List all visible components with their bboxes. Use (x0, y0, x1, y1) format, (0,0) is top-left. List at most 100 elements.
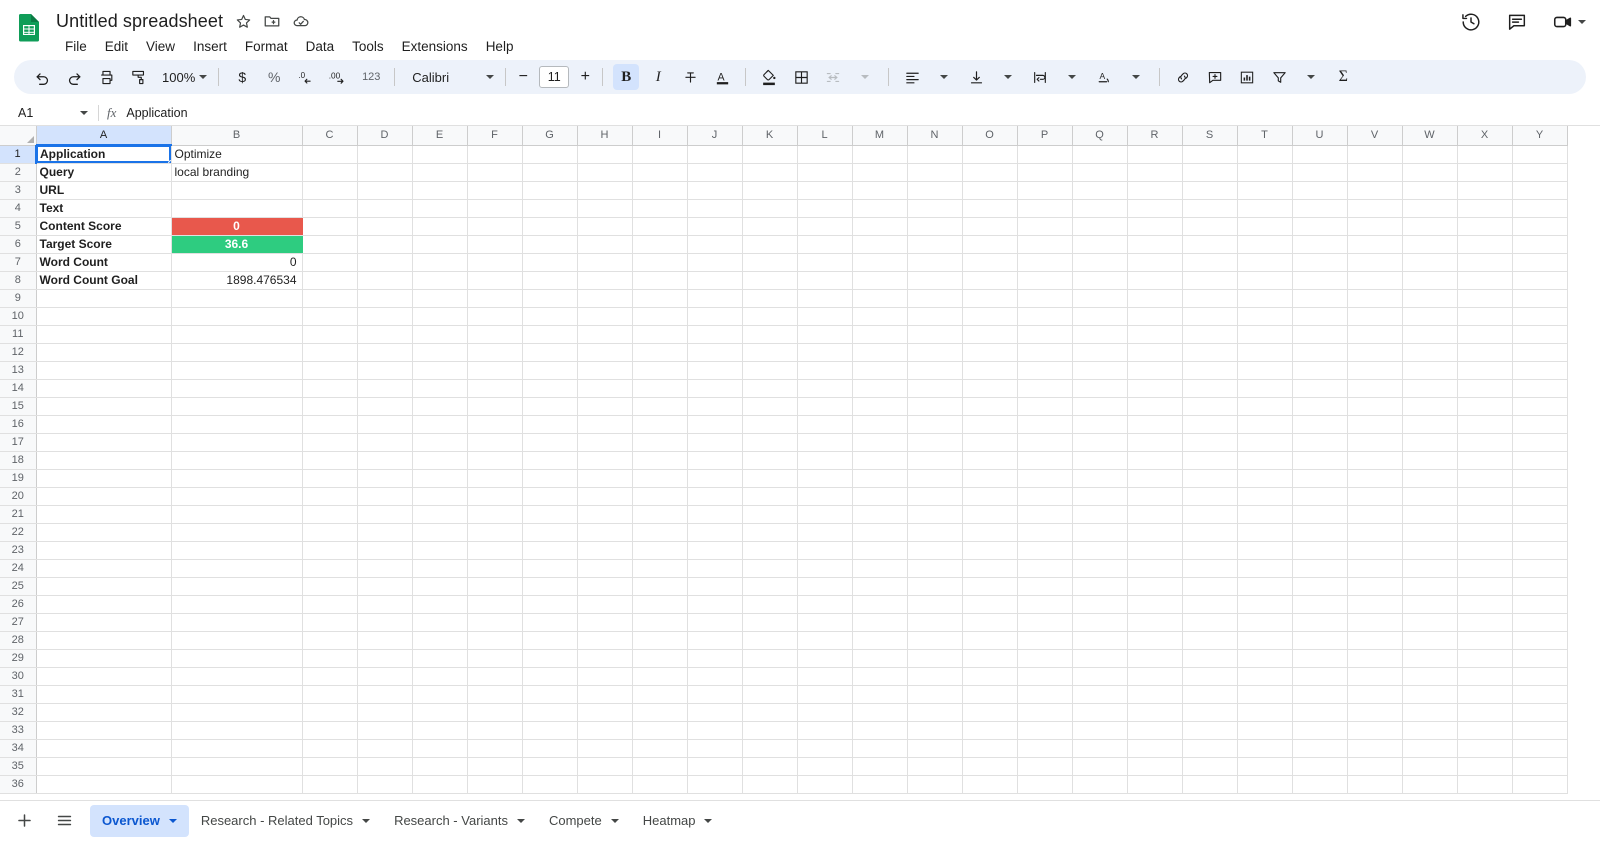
cell-O22[interactable] (962, 523, 1017, 541)
row-header-32[interactable]: 32 (0, 703, 36, 721)
cell-G12[interactable] (522, 343, 577, 361)
cell-M32[interactable] (852, 703, 907, 721)
row-header-3[interactable]: 3 (0, 181, 36, 199)
cell-R25[interactable] (1127, 577, 1182, 595)
cell-H24[interactable] (577, 559, 632, 577)
cell-W34[interactable] (1402, 739, 1457, 757)
cell-T31[interactable] (1237, 685, 1292, 703)
row-header-1[interactable]: 1 (0, 145, 36, 163)
cell-N23[interactable] (907, 541, 962, 559)
cell-Y9[interactable] (1512, 289, 1567, 307)
cell-X3[interactable] (1457, 181, 1512, 199)
cell-Q27[interactable] (1072, 613, 1127, 631)
cell-X13[interactable] (1457, 361, 1512, 379)
cell-X16[interactable] (1457, 415, 1512, 433)
cell-D33[interactable] (357, 721, 412, 739)
cell-M19[interactable] (852, 469, 907, 487)
cell-J21[interactable] (687, 505, 742, 523)
cell-L13[interactable] (797, 361, 852, 379)
sheet-tab-heatmap[interactable]: Heatmap (631, 805, 725, 837)
cell-J27[interactable] (687, 613, 742, 631)
cell-H25[interactable] (577, 577, 632, 595)
cell-F36[interactable] (467, 775, 522, 793)
cell-H5[interactable] (577, 217, 632, 235)
cell-I10[interactable] (632, 307, 687, 325)
cell-C34[interactable] (302, 739, 357, 757)
cell-Y11[interactable] (1512, 325, 1567, 343)
cell-V30[interactable] (1347, 667, 1402, 685)
cell-U25[interactable] (1292, 577, 1347, 595)
cell-N2[interactable] (907, 163, 962, 181)
cell-M22[interactable] (852, 523, 907, 541)
row-header-18[interactable]: 18 (0, 451, 36, 469)
cell-D8[interactable] (357, 271, 412, 289)
cell-V28[interactable] (1347, 631, 1402, 649)
cell-S20[interactable] (1182, 487, 1237, 505)
cell-D29[interactable] (357, 649, 412, 667)
cell-I12[interactable] (632, 343, 687, 361)
cell-K1[interactable] (742, 145, 797, 163)
cell-O10[interactable] (962, 307, 1017, 325)
cell-L21[interactable] (797, 505, 852, 523)
cell-S27[interactable] (1182, 613, 1237, 631)
cell-K17[interactable] (742, 433, 797, 451)
cell-K30[interactable] (742, 667, 797, 685)
cell-M31[interactable] (852, 685, 907, 703)
cell-N28[interactable] (907, 631, 962, 649)
cell-V15[interactable] (1347, 397, 1402, 415)
cell-A35[interactable] (36, 757, 171, 775)
cell-E11[interactable] (412, 325, 467, 343)
cell-G11[interactable] (522, 325, 577, 343)
paint-format-icon[interactable] (125, 64, 151, 90)
cell-C24[interactable] (302, 559, 357, 577)
cell-N18[interactable] (907, 451, 962, 469)
cell-I14[interactable] (632, 379, 687, 397)
cell-E1[interactable] (412, 145, 467, 163)
cell-W31[interactable] (1402, 685, 1457, 703)
cell-P28[interactable] (1017, 631, 1072, 649)
cell-J33[interactable] (687, 721, 742, 739)
cell-V9[interactable] (1347, 289, 1402, 307)
cell-S12[interactable] (1182, 343, 1237, 361)
cell-L17[interactable] (797, 433, 852, 451)
column-header-f[interactable]: F (467, 126, 522, 145)
cell-M21[interactable] (852, 505, 907, 523)
cell-Q30[interactable] (1072, 667, 1127, 685)
cell-Y8[interactable] (1512, 271, 1567, 289)
cell-A27[interactable] (36, 613, 171, 631)
cell-V20[interactable] (1347, 487, 1402, 505)
cell-Y13[interactable] (1512, 361, 1567, 379)
cell-A16[interactable] (36, 415, 171, 433)
column-header-d[interactable]: D (357, 126, 412, 145)
cell-D28[interactable] (357, 631, 412, 649)
cell-F5[interactable] (467, 217, 522, 235)
cell-E2[interactable] (412, 163, 467, 181)
cell-A6[interactable]: Target Score (36, 235, 171, 253)
cell-B18[interactable] (171, 451, 302, 469)
cell-M16[interactable] (852, 415, 907, 433)
cell-L25[interactable] (797, 577, 852, 595)
row-header-9[interactable]: 9 (0, 289, 36, 307)
cell-B7[interactable]: 0 (171, 253, 302, 271)
cell-Y30[interactable] (1512, 667, 1567, 685)
cell-O9[interactable] (962, 289, 1017, 307)
cell-J14[interactable] (687, 379, 742, 397)
cell-T30[interactable] (1237, 667, 1292, 685)
cell-C18[interactable] (302, 451, 357, 469)
cell-R20[interactable] (1127, 487, 1182, 505)
cell-U1[interactable] (1292, 145, 1347, 163)
cell-J32[interactable] (687, 703, 742, 721)
cell-R32[interactable] (1127, 703, 1182, 721)
cell-P33[interactable] (1017, 721, 1072, 739)
cell-G22[interactable] (522, 523, 577, 541)
cell-O23[interactable] (962, 541, 1017, 559)
cell-D34[interactable] (357, 739, 412, 757)
cell-X14[interactable] (1457, 379, 1512, 397)
vertical-align-chevron-icon[interactable] (995, 64, 1021, 90)
cell-F25[interactable] (467, 577, 522, 595)
cell-T10[interactable] (1237, 307, 1292, 325)
cell-T4[interactable] (1237, 199, 1292, 217)
cell-Q29[interactable] (1072, 649, 1127, 667)
cell-W32[interactable] (1402, 703, 1457, 721)
row-header-11[interactable]: 11 (0, 325, 36, 343)
